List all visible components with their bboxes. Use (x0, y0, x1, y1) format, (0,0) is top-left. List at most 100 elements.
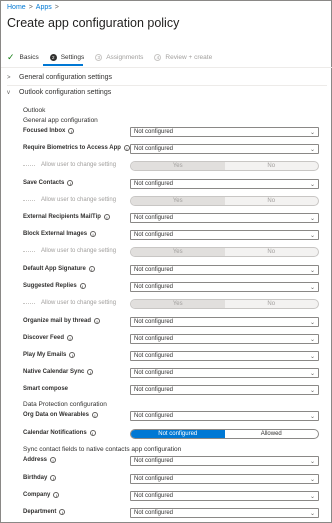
save-contacts-allow-toggle[interactable]: Yes No (130, 196, 319, 206)
heading-general-app: General app configuration (23, 117, 98, 124)
info-icon[interactable]: i (59, 509, 66, 515)
toggle-no[interactable]: No (225, 248, 319, 256)
toggle-no[interactable]: No (225, 162, 319, 170)
breadcrumb-apps[interactable]: Apps (36, 4, 52, 11)
toggle-no[interactable]: No (225, 300, 319, 308)
setting-calendar-notifications: Calendar Notifications i (23, 430, 96, 436)
require-biometrics-dropdown[interactable]: Not configured ⌄ (130, 144, 319, 154)
heading-outlook: Outlook (23, 107, 46, 114)
block-images-allow-toggle[interactable]: Yes No (130, 247, 319, 257)
smart-compose-dropdown[interactable]: Not configured ⌄ (130, 385, 319, 395)
organize-mail-dropdown[interactable]: Not configured ⌄ (130, 317, 319, 327)
info-icon[interactable]: i (67, 180, 74, 186)
info-icon[interactable]: i (79, 283, 86, 289)
setting-birthday: Birthday i (23, 475, 57, 481)
wizard-step-settings[interactable]: 2 Settings (49, 53, 84, 61)
setting-label: Company (23, 492, 51, 498)
setting-label: Play My Emails (23, 352, 67, 358)
heading-data-protection: Data Protection configuration (23, 401, 107, 408)
info-icon[interactable]: i (67, 335, 74, 341)
chevron-down-icon: ⌄ (309, 388, 315, 394)
breadcrumb-separator: > (54, 4, 59, 11)
discover-feed-dropdown[interactable]: Not configured ⌄ (130, 334, 319, 344)
chevron-down-icon: ⌄ (309, 459, 315, 465)
dropdown-value: Not configured (134, 181, 174, 187)
company-dropdown[interactable]: Not configured ⌄ (130, 491, 319, 501)
chevron-down-icon: ⌄ (309, 182, 315, 188)
info-icon[interactable]: i (69, 352, 76, 358)
wizard-step-assignments[interactable]: 3 Assignments (95, 53, 144, 61)
toggle-allowed[interactable]: Allowed (225, 430, 319, 438)
info-icon[interactable]: i (87, 369, 94, 375)
breadcrumb-separator: > (28, 4, 33, 11)
save-contacts-dropdown[interactable]: Not configured ⌄ (130, 179, 319, 189)
section-general-config[interactable]: > General configuration settings (7, 74, 112, 81)
toggle-yes[interactable]: Yes (131, 300, 225, 308)
tree-connector (23, 250, 35, 252)
birthday-dropdown[interactable]: Not configured ⌄ (130, 474, 319, 484)
section-label: Outlook configuration settings (19, 89, 112, 96)
chevron-down-icon: ⌄ (309, 354, 315, 360)
info-icon[interactable]: i (103, 214, 110, 220)
info-icon[interactable]: i (94, 318, 101, 324)
toggle-yes[interactable]: Yes (131, 248, 225, 256)
setting-organize-mail: Organize mail by thread i (23, 318, 101, 324)
setting-label: Organize mail by thread (23, 318, 92, 324)
chevron-right-icon: > (7, 74, 11, 81)
chevron-down-icon: ⌄ (309, 337, 315, 343)
wizard-step-review[interactable]: 4 Review + create (154, 53, 212, 61)
biometrics-allow-toggle[interactable]: Yes No (130, 161, 319, 171)
chevron-down-icon: ⌄ (309, 414, 315, 420)
play-my-emails-dropdown[interactable]: Not configured ⌄ (130, 351, 319, 361)
chevron-down-icon: ⌄ (309, 130, 315, 136)
focused-inbox-dropdown[interactable]: Not configured ⌄ (130, 127, 319, 137)
allow-label: Allow user to change setting (41, 248, 117, 254)
chevron-down-icon: ⌄ (309, 216, 315, 222)
block-external-images-dropdown[interactable]: Not configured ⌄ (130, 230, 319, 240)
setting-company: Company i (23, 492, 60, 498)
toggle-no[interactable]: No (225, 197, 319, 205)
setting-label: Calendar Notifications (23, 430, 87, 436)
section-outlook-config[interactable]: v Outlook configuration settings (7, 89, 111, 96)
info-icon[interactable]: i (89, 430, 96, 436)
suggested-replies-dropdown[interactable]: Not configured ⌄ (130, 282, 319, 292)
info-icon[interactable]: i (50, 457, 57, 463)
dropdown-value: Not configured (134, 129, 174, 135)
toggle-yes[interactable]: Yes (131, 162, 225, 170)
toggle-yes[interactable]: Yes (131, 197, 225, 205)
info-icon[interactable]: i (50, 475, 57, 481)
info-icon[interactable]: i (88, 266, 95, 272)
info-icon[interactable]: i (91, 412, 98, 418)
tree-connector (23, 199, 35, 201)
setting-focused-inbox: Focused Inbox i (23, 128, 75, 134)
allow-label: Allow user to change setting (41, 300, 117, 306)
tree-connector (23, 302, 35, 304)
allow-change-block-images: Allow user to change setting (23, 248, 116, 254)
setting-smart-compose: Smart compose (23, 386, 68, 392)
dropdown-value: Not configured (134, 284, 174, 290)
dropdown-value: Not configured (134, 458, 174, 464)
chevron-down-icon: v (7, 89, 10, 96)
suggested-replies-allow-toggle[interactable]: Yes No (130, 299, 319, 309)
info-icon[interactable]: i (53, 492, 60, 498)
info-icon[interactable]: i (90, 231, 97, 237)
calendar-notifications-toggle[interactable]: Not configured Allowed (130, 429, 319, 439)
default-app-signature-dropdown[interactable]: Not configured ⌄ (130, 265, 319, 275)
chevron-down-icon: ⌄ (309, 371, 315, 377)
wizard-step-basics[interactable]: ✓ Basics (7, 52, 39, 62)
setting-label: Org Data on Wearables (23, 412, 89, 418)
dropdown-value: Not configured (134, 267, 174, 273)
native-calendar-sync-dropdown[interactable]: Not configured ⌄ (130, 368, 319, 378)
setting-label: Save Contacts (23, 180, 65, 186)
breadcrumb-home[interactable]: Home (7, 4, 26, 11)
setting-label: Address (23, 457, 48, 463)
setting-external-recipients: External Recipients MailTip i (23, 214, 110, 220)
address-dropdown[interactable]: Not configured ⌄ (130, 456, 319, 466)
dropdown-value: Not configured (134, 476, 174, 482)
toggle-not-configured[interactable]: Not configured (131, 430, 225, 438)
org-data-wearables-dropdown[interactable]: Not configured ⌄ (130, 411, 319, 421)
external-recipients-dropdown[interactable]: Not configured ⌄ (130, 213, 319, 223)
wizard-step-label: Assignments (106, 53, 144, 61)
department-dropdown[interactable]: Not configured ⌄ (130, 508, 319, 518)
info-icon[interactable]: i (68, 128, 75, 134)
